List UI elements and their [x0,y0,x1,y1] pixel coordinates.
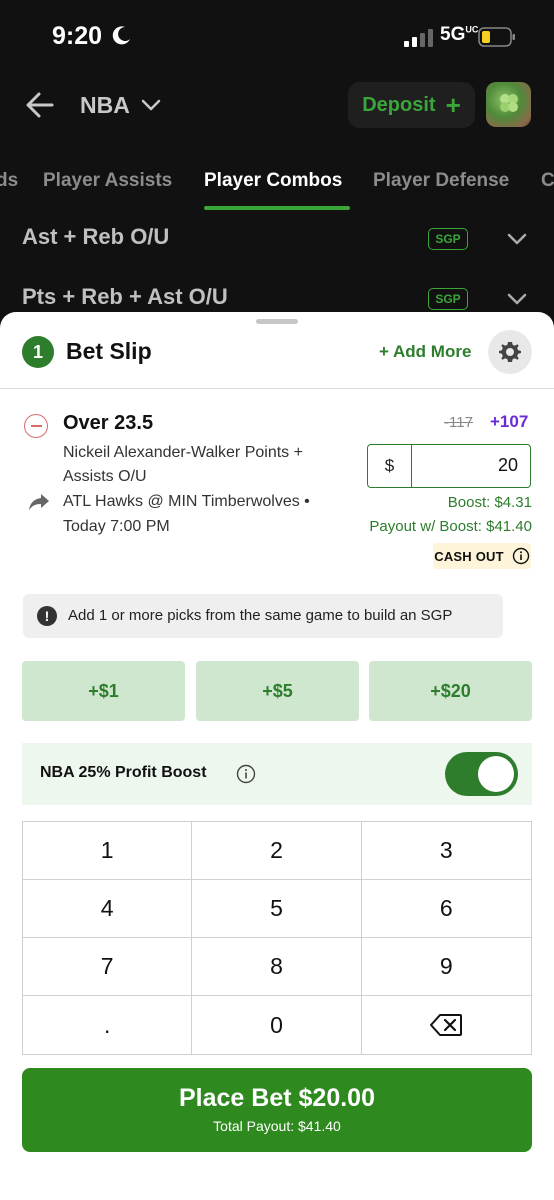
boosted-odds: +107 [490,412,529,431]
status-bar: 9:20 5GUC [0,0,554,70]
league-title[interactable]: NBA [80,92,130,119]
key-4[interactable]: 4 [23,880,193,938]
key-7[interactable]: 7 [23,938,193,996]
bet-count-badge: 1 [22,336,54,368]
chevron-down-icon[interactable] [506,230,528,248]
key-0[interactable]: 0 [192,996,362,1054]
share-arrow-icon[interactable] [28,492,50,512]
tab-player-defense[interactable]: Player Defense [373,170,509,192]
bet-item: Over 23.5 Nickeil Alexander-Walker Point… [0,408,554,578]
key-1[interactable]: 1 [23,822,193,880]
moon-icon [112,26,130,45]
app-header: NBA Deposit + [0,70,554,158]
numeric-keypad: 1 2 3 4 5 6 7 8 9 . 0 [22,821,532,1055]
bet-slip-header: 1 Bet Slip + Add More [0,330,554,390]
key-3[interactable]: 3 [361,822,531,880]
total-payout: Total Payout: $41.40 [213,1118,341,1134]
bet-slip-sheet: 1 Bet Slip + Add More Over 23.5 Nickeil … [0,312,554,1200]
back-arrow-icon[interactable] [24,90,56,120]
network-type: 5GUC [440,24,479,45]
key-6[interactable]: 6 [361,880,531,938]
tab-player-combos[interactable]: Player Combos [204,170,342,192]
sgp-notice-text: Add 1 or more picks from the same game t… [68,607,453,624]
deposit-button[interactable]: Deposit + [348,82,475,128]
add-more-button[interactable]: + Add More [379,342,471,362]
chevron-down-icon[interactable] [506,290,528,308]
alert-icon: ! [37,606,57,626]
quick-add-1-button[interactable]: +$1 [22,661,185,721]
cash-out-label: CASH OUT [434,548,504,564]
bet-game: ATL Hawks @ MIN Timberwolves • Today 7:0… [63,493,310,535]
quick-add-5-button[interactable]: +$5 [196,661,359,721]
profit-boost-toggle[interactable] [445,752,518,796]
backspace-icon [430,1014,463,1036]
plus-icon: + [445,90,461,120]
stake-value: 20 [497,455,518,475]
sgp-badge: SGP [428,228,468,250]
profit-boost-label: NBA 25% Profit Boost [40,764,207,781]
clover-icon [500,94,518,112]
place-bet-label: Place Bet $20.00 [179,1084,375,1112]
minus-icon [30,425,42,427]
gear-icon [499,342,521,362]
remove-bet-button[interactable] [24,414,48,438]
place-bet-button[interactable]: Place Bet $20.00 Total Payout: $41.40 [22,1068,532,1152]
payout-with-boost: Payout w/ Boost: $41.40 [369,518,532,535]
quick-amounts: +$1 +$5 +$20 [22,661,532,721]
avatar[interactable] [486,82,531,127]
profit-boost-row: NBA 25% Profit Boost [22,743,532,805]
bet-slip-title: Bet Slip [66,338,152,364]
key-2[interactable]: 2 [192,822,362,880]
key-decimal[interactable]: . [23,996,193,1054]
market-name: Ast + Reb O/U [22,224,170,249]
cellular-signal-icon [404,29,433,47]
sgp-notice: ! Add 1 or more picks from the same game… [23,594,503,638]
info-icon[interactable] [512,547,530,565]
deposit-label: Deposit [362,93,436,116]
bet-selection: Over 23.5 [63,412,154,434]
key-8[interactable]: 8 [192,938,362,996]
tab-player-assists[interactable]: Player Assists [43,170,172,192]
tab-next[interactable]: C [541,170,554,192]
market-tabs: ds Player Assists Player Combos Player D… [0,158,554,210]
tab-previous[interactable]: ds [0,170,18,192]
cash-out-badge[interactable]: CASH OUT [433,543,531,569]
currency-symbol: $ [368,445,412,487]
settings-button[interactable] [488,330,532,374]
market-name: Pts + Reb + Ast O/U [22,284,228,309]
key-9[interactable]: 9 [361,938,531,996]
chevron-down-icon[interactable] [140,96,162,114]
market-row[interactable]: Ast + Reb O/U SGP [0,210,554,270]
stake-input[interactable]: $ 20 [367,444,531,488]
sgp-badge: SGP [428,288,468,310]
sheet-drag-handle[interactable] [256,319,298,324]
bet-market: Nickeil Alexander-Walker Points + Assist… [63,444,303,485]
toggle-knob [478,756,514,792]
info-icon[interactable] [236,764,256,784]
quick-add-20-button[interactable]: +$20 [369,661,532,721]
original-odds: -117 [444,414,473,431]
boost-amount: Boost: $4.31 [447,494,532,511]
header-divider [0,388,554,389]
key-backspace[interactable] [362,996,531,1054]
key-5[interactable]: 5 [192,880,362,938]
status-time: 9:20 [52,22,103,50]
battery-icon [478,27,515,47]
